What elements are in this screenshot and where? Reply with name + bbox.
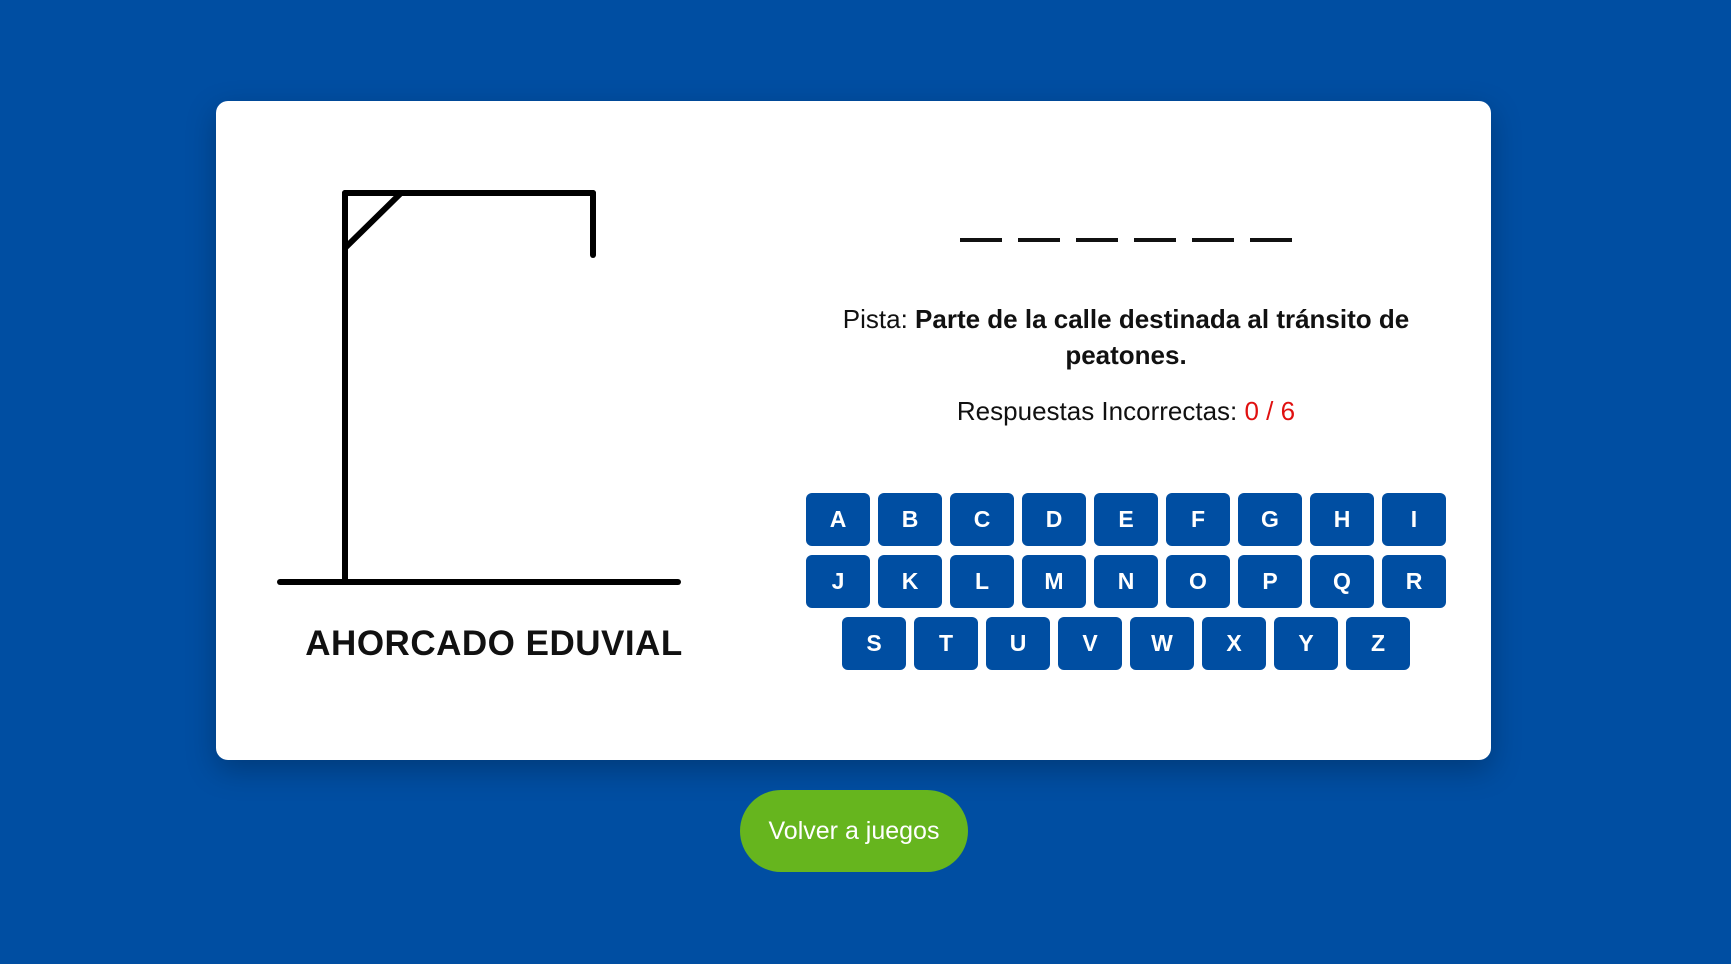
- hint-text: Parte de la calle destinada al tránsito …: [915, 304, 1410, 370]
- letter-key-v[interactable]: V: [1058, 617, 1122, 670]
- letter-key-i[interactable]: I: [1382, 493, 1446, 546]
- letter-key-w[interactable]: W: [1130, 617, 1194, 670]
- letter-key-x[interactable]: X: [1202, 617, 1266, 670]
- letter-keyboard: ABCDEFGHI JKLMNOPQR STUVWXYZ: [786, 493, 1466, 679]
- keyboard-row: JKLMNOPQR: [786, 555, 1466, 608]
- gallows-brace: [342, 190, 404, 251]
- word-blanks: [786, 238, 1466, 242]
- letter-key-s[interactable]: S: [842, 617, 906, 670]
- letter-blank: [960, 238, 1002, 242]
- letter-key-e[interactable]: E: [1094, 493, 1158, 546]
- letter-blank: [1134, 238, 1176, 242]
- keyboard-row: ABCDEFGHI: [786, 493, 1466, 546]
- back-to-games-button[interactable]: Volver a juegos: [740, 790, 968, 872]
- letter-blank: [1192, 238, 1234, 242]
- game-panel: Pista: Parte de la calle destinada al tr…: [786, 101, 1466, 760]
- letter-blank: [1250, 238, 1292, 242]
- keyboard-row: STUVWXYZ: [786, 617, 1466, 670]
- gallows-drawing: [277, 190, 681, 585]
- letter-key-g[interactable]: G: [1238, 493, 1302, 546]
- letter-key-u[interactable]: U: [986, 617, 1050, 670]
- letter-key-a[interactable]: A: [806, 493, 870, 546]
- hint-label: Pista:: [842, 304, 908, 334]
- wrong-answers-count: 0 / 6: [1244, 396, 1296, 426]
- letter-key-h[interactable]: H: [1310, 493, 1374, 546]
- wrong-answers: Respuestas Incorrectas: 0 / 6: [786, 396, 1466, 427]
- letter-key-c[interactable]: C: [950, 493, 1014, 546]
- letter-key-b[interactable]: B: [878, 493, 942, 546]
- letter-key-o[interactable]: O: [1166, 555, 1230, 608]
- game-card: AHORCADO EDUVIAL Pista: Parte de la call…: [216, 101, 1491, 760]
- wrong-answers-label: Respuestas Incorrectas:: [956, 396, 1238, 426]
- letter-key-y[interactable]: Y: [1274, 617, 1338, 670]
- letter-key-k[interactable]: K: [878, 555, 942, 608]
- hint: Pista: Parte de la calle destinada al tr…: [816, 301, 1436, 373]
- letter-key-z[interactable]: Z: [1346, 617, 1410, 670]
- game-title: AHORCADO EDUVIAL: [305, 624, 683, 663]
- letter-key-n[interactable]: N: [1094, 555, 1158, 608]
- letter-key-d[interactable]: D: [1022, 493, 1086, 546]
- letter-key-m[interactable]: M: [1022, 555, 1086, 608]
- letter-key-r[interactable]: R: [1382, 555, 1446, 608]
- letter-key-q[interactable]: Q: [1310, 555, 1374, 608]
- letter-key-l[interactable]: L: [950, 555, 1014, 608]
- letter-blank: [1018, 238, 1060, 242]
- letter-key-f[interactable]: F: [1166, 493, 1230, 546]
- letter-key-j[interactable]: J: [806, 555, 870, 608]
- letter-key-t[interactable]: T: [914, 617, 978, 670]
- letter-key-p[interactable]: P: [1238, 555, 1302, 608]
- letter-blank: [1076, 238, 1118, 242]
